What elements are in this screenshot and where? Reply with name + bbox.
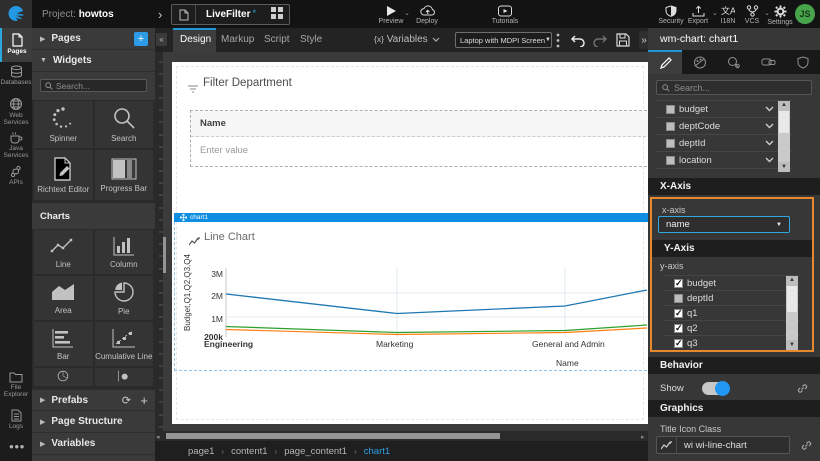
- svg-text:文A: 文A: [721, 5, 735, 16]
